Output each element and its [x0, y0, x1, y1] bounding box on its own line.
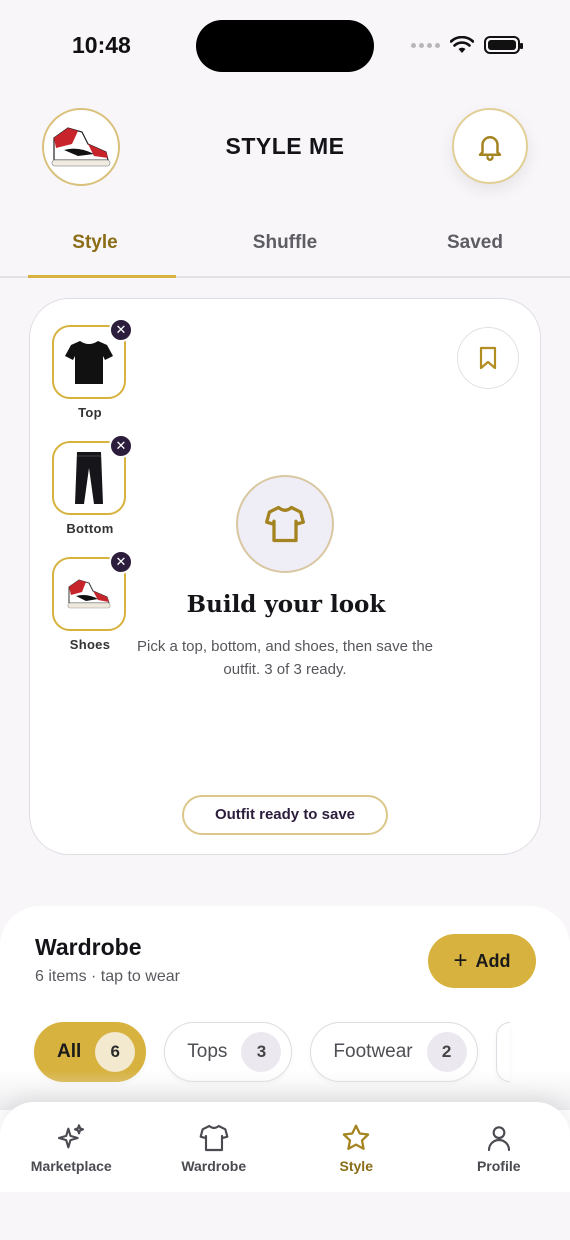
dynamic-island: [196, 20, 374, 72]
nav-marketplace-label: Marketplace: [30, 1158, 112, 1174]
remove-top-button[interactable]: ✕: [109, 318, 133, 342]
slot-top[interactable]: ✕ Top: [52, 318, 133, 420]
slot-bottom[interactable]: ✕ Bottom: [52, 434, 133, 536]
nav-style[interactable]: Style: [285, 1102, 428, 1192]
nav-wardrobe-label: Wardrobe: [181, 1158, 247, 1174]
tab-shuffle[interactable]: Shuffle: [190, 216, 380, 276]
tab-bar: Style Shuffle Saved: [0, 216, 570, 278]
plus-icon: +: [453, 947, 468, 974]
wardrobe-subtitle: 6 items · tap to wear: [35, 968, 180, 985]
shirt-outline-icon: [265, 505, 305, 543]
bell-icon: [478, 136, 502, 161]
star-icon: [342, 1124, 370, 1150]
tab-saved[interactable]: Saved: [380, 216, 570, 276]
chip-footwear-count: 2: [426, 1032, 467, 1072]
outfit-placeholder: [236, 475, 334, 573]
bottom-nav: Marketplace Wardrobe Style Profile: [0, 1102, 570, 1192]
build-title: Build your look: [186, 591, 386, 618]
slot-bottom-label: Bottom: [66, 521, 114, 536]
chip-tops-label: Tops: [187, 1041, 228, 1062]
battery-icon: [484, 36, 523, 54]
nav-marketplace[interactable]: Marketplace: [0, 1102, 143, 1192]
remove-shoes-button[interactable]: ✕: [109, 550, 133, 574]
outfit-status-pill: Outfit ready to save: [182, 795, 388, 835]
header: STYLE ME: [0, 106, 570, 188]
chip-all-label: All: [57, 1041, 82, 1062]
nav-wardrobe[interactable]: Wardrobe: [143, 1102, 286, 1192]
save-outfit-button[interactable]: [457, 327, 519, 389]
wardrobe-title: Wardrobe: [35, 934, 142, 960]
nav-profile-label: Profile: [476, 1158, 521, 1174]
nav-profile[interactable]: Profile: [428, 1102, 570, 1192]
person-icon: [487, 1126, 510, 1152]
status-time: 10:48: [72, 32, 131, 58]
add-item-label: Add: [475, 950, 511, 971]
add-item-button[interactable]: + Add: [428, 934, 536, 988]
cellular-signal-icon: [411, 42, 440, 48]
shirt-icon: [199, 1124, 229, 1152]
remove-bottom-button[interactable]: ✕: [109, 434, 133, 458]
slot-top-label: Top: [78, 405, 102, 420]
chip-footwear-label: Footwear: [333, 1041, 413, 1062]
wifi-icon: [450, 36, 474, 53]
page-bottom: [0, 1192, 570, 1240]
outfit-builder-card: ✕ Top ✕ Bottom ✕ Shoes Build your look P…: [29, 298, 541, 855]
pants-image: [75, 452, 103, 504]
tshirt-image: [65, 341, 113, 384]
tab-style[interactable]: Style: [0, 216, 190, 278]
slot-bottom-box[interactable]: ✕: [52, 434, 133, 515]
chip-tops-count: 3: [241, 1032, 282, 1072]
notifications-button[interactable]: [452, 108, 528, 184]
chip-all-count: 6: [95, 1032, 136, 1072]
status-icons: [411, 36, 523, 54]
sparkles-icon: [58, 1124, 85, 1149]
build-description: Pick a top, bottom, and shoes, then save…: [136, 638, 433, 678]
slot-top-box[interactable]: ✕: [52, 318, 133, 399]
bookmark-icon: [479, 346, 497, 370]
slot-shoes-label: Shoes: [69, 637, 111, 652]
nav-style-label: Style: [339, 1158, 373, 1174]
status-bar: 10:48: [0, 0, 570, 92]
